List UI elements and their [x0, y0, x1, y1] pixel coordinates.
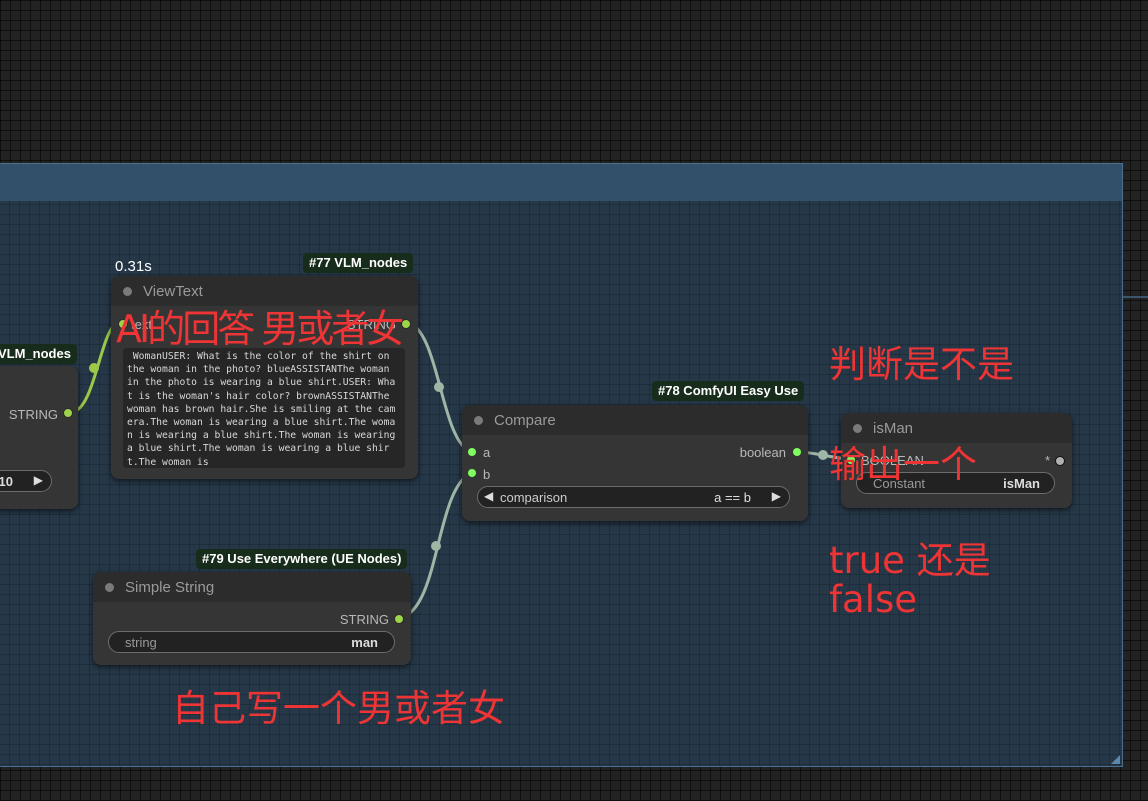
vlm-node-left[interactable]: STRING 0.10 ▶ — [0, 366, 78, 509]
annotation-ai-answer: AI的回答 男或者女 — [116, 307, 404, 351]
next-arrow-icon[interactable]: ▶ — [772, 489, 781, 503]
node-title: Simple String — [125, 579, 215, 596]
output-label: * — [1044, 453, 1050, 468]
string-widget[interactable]: string man — [108, 631, 395, 653]
comparison-combo[interactable]: ◀ comparison a == b ▶ — [477, 486, 790, 508]
widget-value: a == b — [714, 490, 751, 505]
widget-value: isMan — [1003, 476, 1040, 491]
value-widget[interactable]: 0.10 ▶ — [0, 470, 52, 492]
input-socket-a[interactable] — [468, 448, 476, 456]
input-label-b: b — [483, 467, 491, 482]
annotation-true-or: true 还是 — [829, 539, 991, 582]
widget-value: 0.10 — [0, 474, 13, 489]
link-midpoint — [431, 541, 441, 551]
node-badge: VLM_nodes — [0, 344, 77, 364]
annotation-judge: 判断是不是 — [829, 343, 1014, 386]
link-midpoint — [89, 363, 99, 373]
previous-arrow-icon[interactable]: ◀ — [484, 489, 493, 503]
collapse-dot-icon[interactable] — [123, 287, 132, 296]
output-label: boolean — [739, 445, 786, 460]
widget-label: comparison — [500, 490, 568, 505]
execution-time: 0.31s — [115, 258, 152, 275]
input-socket-b[interactable] — [468, 469, 476, 477]
node-badge: #77 VLM_nodes — [303, 253, 414, 273]
node-badge: #79 Use Everywhere (UE Nodes) — [196, 549, 408, 569]
output-socket[interactable] — [394, 614, 404, 624]
output-socket[interactable] — [401, 319, 411, 329]
widget-label: string — [125, 635, 157, 650]
compare-node[interactable]: Compare a b boolean ◀ comparison a == b … — [462, 405, 808, 521]
node-badge: #78 ComfyUI Easy Use — [652, 381, 805, 401]
collapse-dot-icon[interactable] — [474, 416, 483, 425]
annotation-false: false — [829, 578, 918, 621]
increment-arrow-icon[interactable]: ▶ — [34, 473, 43, 487]
node-title-bar[interactable]: Compare — [462, 405, 808, 435]
input-label-a: a — [483, 445, 491, 460]
output-socket[interactable] — [1055, 456, 1065, 466]
output-label: STRING — [8, 407, 58, 422]
collapse-dot-icon[interactable] — [853, 424, 862, 433]
output-socket[interactable] — [63, 408, 73, 418]
output-label: STRING — [339, 612, 389, 627]
collapse-dot-icon[interactable] — [105, 583, 114, 592]
output-socket[interactable] — [793, 448, 801, 456]
node-title: Compare — [494, 412, 556, 429]
annotation-self-write: 自己写一个男或者女 — [172, 687, 505, 730]
annotation-output-one: 输出一个 — [829, 443, 977, 486]
simple-string-node[interactable]: Simple String STRING string man — [93, 572, 411, 665]
text-display[interactable]: WomanUSER: What is the color of the shir… — [123, 348, 405, 468]
node-title-bar[interactable]: Simple String — [93, 572, 411, 602]
widget-value: man — [351, 635, 378, 650]
link-midpoint — [434, 382, 444, 392]
link-midpoint — [818, 450, 828, 460]
